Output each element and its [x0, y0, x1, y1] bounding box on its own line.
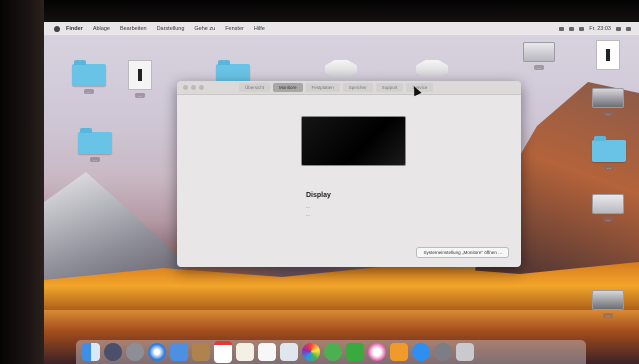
monitor-bezel-left: [0, 0, 44, 364]
desktop-drive-2[interactable]: ...: [592, 88, 624, 116]
desktop-icon-label: ...: [534, 65, 544, 70]
volume-icon[interactable]: [569, 26, 575, 31]
folder-icon: [72, 60, 106, 86]
facetime-icon[interactable]: [346, 343, 364, 361]
open-display-preferences-button[interactable]: Systemeinstellung „Monitore“ öffnen ...: [416, 247, 509, 258]
menu-fenster[interactable]: Fenster: [225, 26, 244, 32]
tab-storage[interactable]: Festplatten: [305, 83, 340, 92]
tab-overview[interactable]: Übersicht: [239, 83, 271, 92]
desktop-folder-4[interactable]: ...: [592, 136, 626, 170]
disc-icon: [416, 60, 448, 78]
battery-icon[interactable]: [579, 26, 585, 31]
tab-memory[interactable]: Speicher: [342, 83, 373, 92]
desktop-icon-label: ...: [604, 165, 614, 170]
display-graphics: ...: [306, 212, 310, 217]
preview-icon[interactable]: [280, 343, 298, 361]
desktop-icon-label: ...: [603, 111, 613, 116]
menu-clock[interactable]: Fr. 23:03: [589, 26, 611, 32]
monitor-bezel-top: [0, 0, 639, 22]
itunes-icon[interactable]: [368, 343, 386, 361]
menu-app-finder[interactable]: Finder: [66, 26, 83, 32]
wifi-icon[interactable]: [559, 26, 565, 31]
menu-gehe-zu[interactable]: Gehe zu: [194, 26, 215, 32]
close-icon[interactable]: [183, 85, 188, 90]
messages-icon[interactable]: [324, 343, 342, 361]
trash-icon[interactable]: [456, 343, 474, 361]
zoom-icon[interactable]: [199, 85, 204, 90]
rocket-icon[interactable]: [126, 343, 144, 361]
display-title: Display: [306, 192, 331, 199]
desktop-disc-2[interactable]: [416, 60, 448, 78]
folder-icon: [78, 128, 112, 154]
tab-bar: Übersicht Monitore Festplatten Speicher …: [239, 83, 434, 92]
hard-drive-icon: [592, 290, 624, 310]
desktop-disc-1[interactable]: [325, 60, 357, 78]
appstore-icon[interactable]: [412, 343, 430, 361]
desktop-drive-4[interactable]: ...: [592, 290, 624, 318]
folder-icon: [592, 136, 626, 162]
desktop-document-2[interactable]: [596, 40, 620, 70]
mail-icon[interactable]: [170, 343, 188, 361]
menu-bearbeiten[interactable]: Bearbeiten: [120, 26, 147, 32]
menu-hilfe[interactable]: Hilfe: [254, 26, 265, 32]
desktop-icon-label: ...: [84, 89, 94, 94]
menu-darstellung[interactable]: Darstellung: [157, 26, 185, 32]
display-resolution: ...: [306, 204, 310, 209]
launchpad-icon[interactable]: [104, 343, 122, 361]
desktop-icon-label: ...: [135, 93, 145, 98]
desktop-icon-label: ...: [90, 157, 100, 162]
window-controls: [183, 85, 204, 90]
dock: [76, 340, 586, 364]
finder-icon[interactable]: [82, 343, 100, 361]
desktop-icon-label: ...: [603, 217, 613, 222]
hard-drive-icon: [523, 42, 555, 62]
tab-support[interactable]: Support: [375, 83, 404, 92]
desktop-icon-label: ...: [603, 313, 613, 318]
photos-icon[interactable]: [302, 343, 320, 361]
notes-icon[interactable]: [236, 343, 254, 361]
calendar-icon[interactable]: [214, 341, 232, 363]
document-icon: [128, 60, 152, 90]
hard-drive-icon: [592, 88, 624, 108]
about-this-mac-window: Übersicht Monitore Festplatten Speicher …: [177, 81, 521, 267]
minimize-icon[interactable]: [191, 85, 196, 90]
document-icon: [596, 40, 620, 70]
desktop-folder-3[interactable]: ...: [78, 128, 112, 162]
notification-center-icon[interactable]: [626, 26, 631, 31]
menu-bar: Finder Ablage Bearbeiten Darstellung Geh…: [44, 22, 639, 35]
disc-icon: [325, 60, 357, 78]
menu-ablage[interactable]: Ablage: [93, 26, 110, 32]
ibooks-icon[interactable]: [390, 343, 408, 361]
display-image: [301, 116, 406, 166]
safari-icon[interactable]: [148, 343, 166, 361]
desktop-drive-1[interactable]: ...: [523, 42, 555, 70]
contacts-icon[interactable]: [192, 343, 210, 361]
status-area: Fr. 23:03: [559, 26, 631, 32]
hard-drive-icon: [592, 194, 624, 214]
apple-menu-icon[interactable]: [54, 25, 60, 32]
mac-screen: Finder Ablage Bearbeiten Darstellung Geh…: [44, 22, 639, 364]
desktop-document-1[interactable]: ...: [128, 60, 152, 98]
reminders-icon[interactable]: [258, 343, 276, 361]
desktop-folder-1[interactable]: ...: [72, 60, 106, 94]
tab-displays[interactable]: Monitore: [273, 83, 303, 92]
desktop-drive-3[interactable]: ...: [592, 194, 624, 222]
settings-icon[interactable]: [434, 343, 452, 361]
window-titlebar: Übersicht Monitore Festplatten Speicher …: [177, 81, 521, 95]
spotlight-icon[interactable]: [616, 26, 621, 31]
